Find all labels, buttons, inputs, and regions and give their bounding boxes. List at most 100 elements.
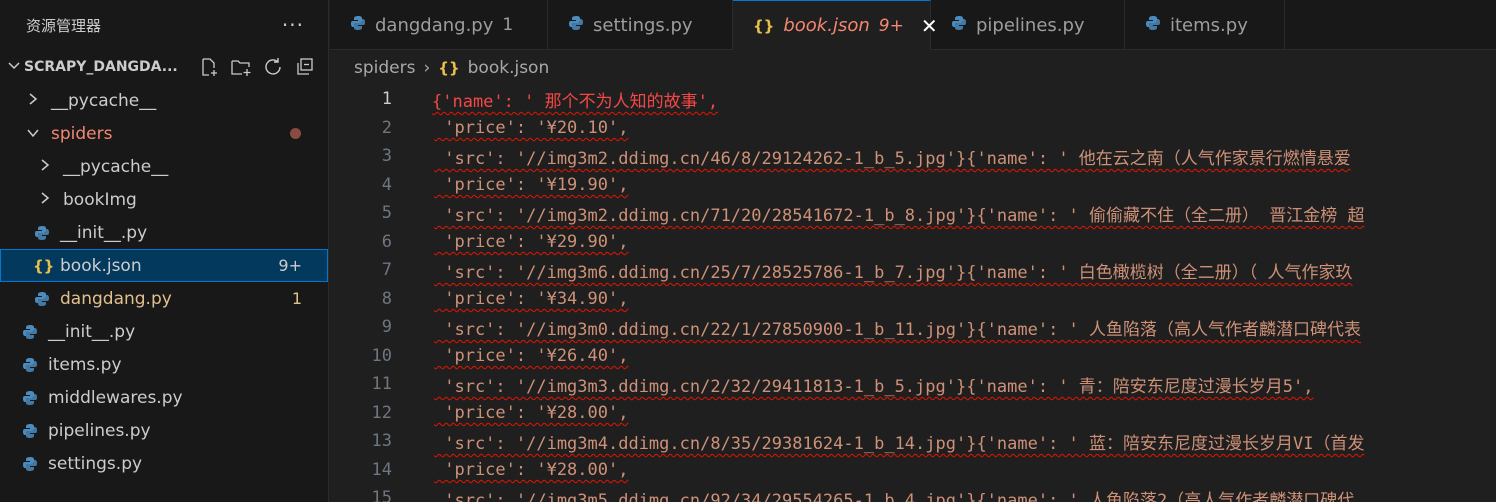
tree-folder-bookimg[interactable]: bookImg <box>0 183 328 216</box>
tab-label: dangdang.py <box>375 14 494 36</box>
tab-pipelines[interactable]: pipelines.py <box>931 0 1125 50</box>
project-name: SCRAPY_DANGDA... <box>24 59 178 75</box>
tab-label: settings.py <box>593 14 693 36</box>
line-number: 1 <box>381 89 392 110</box>
breadcrumb-file[interactable]: book.json <box>468 58 550 78</box>
new-file-icon[interactable] <box>198 56 220 78</box>
python-file-icon <box>21 323 39 341</box>
tree-file-pipelines[interactable]: pipelines.py <box>0 414 328 447</box>
line-text: 'price': '¥29.90', <box>434 231 629 252</box>
problem-count-badge: 9+ <box>278 256 302 275</box>
more-actions-icon[interactable]: ··· <box>282 13 304 37</box>
tab-label: pipelines.py <box>976 14 1085 36</box>
line-number: 14 <box>371 459 392 480</box>
line-number: 8 <box>381 288 392 309</box>
tree-item-label: bookImg <box>63 189 137 210</box>
code-line[interactable]: 9 'src': '//img3m0.ddimg.cn/22/1/2785090… <box>330 313 1496 342</box>
project-root[interactable]: SCRAPY_DANGDA... <box>0 50 328 84</box>
line-text: 'src': '//img3m2.ddimg.cn/46/8/29124262-… <box>434 148 1351 169</box>
python-file-icon <box>21 455 39 473</box>
tab-book-json[interactable]: {} book.json 9+ ✕ <box>733 0 938 50</box>
code-line[interactable]: 4 'price': '¥19.90', <box>330 171 1496 200</box>
line-number: 10 <box>371 345 392 366</box>
tab-label: book.json <box>783 15 870 36</box>
line-text: 'src': '//img3m3.ddimg.cn/2/32/29411813-… <box>434 376 1314 397</box>
tree-file-init-nested[interactable]: __init__.py <box>0 216 328 249</box>
tab-items[interactable]: items.py <box>1125 0 1285 50</box>
chevron-down-icon <box>24 125 42 143</box>
line-number: 3 <box>381 146 392 167</box>
line-text: 'src': '//img3m0.ddimg.cn/22/1/27850900-… <box>434 319 1362 340</box>
line-number: 12 <box>371 402 392 423</box>
line-number: 7 <box>381 260 392 281</box>
tree-folder-pycache-nested[interactable]: __pycache__ <box>0 150 328 183</box>
problem-count-badge: 1 <box>291 289 302 308</box>
tree-item-label: middlewares.py <box>48 387 183 408</box>
line-number: 9 <box>381 317 392 338</box>
python-file-icon <box>33 224 51 242</box>
line-text: 'price': '¥20.10', <box>434 117 629 138</box>
tree-item-label: dangdang.py <box>60 288 172 309</box>
line-text: 'price': '¥28.00', <box>434 459 629 480</box>
code-line[interactable]: 11 'src': '//img3m3.ddimg.cn/2/32/294118… <box>330 370 1496 399</box>
tree-item-label: __pycache__ <box>63 156 169 177</box>
new-folder-icon[interactable] <box>230 56 252 78</box>
tree-item-label: __init__.py <box>60 222 148 243</box>
json-file-icon: {} <box>438 59 460 77</box>
chevron-right-icon <box>36 158 54 176</box>
tree-item-label: __pycache__ <box>51 90 157 111</box>
tab-settings[interactable]: settings.py <box>548 0 733 50</box>
code-line[interactable]: 5 'src': '//img3m2.ddimg.cn/71/20/285416… <box>330 199 1496 228</box>
code-line[interactable]: 12 'price': '¥28.00', <box>330 399 1496 428</box>
explorer-actions <box>198 56 328 78</box>
tree-folder-pycache[interactable]: __pycache__ <box>0 84 328 117</box>
tree-file-settings[interactable]: settings.py <box>0 447 328 480</box>
explorer-title: 资源管理器 <box>26 16 102 35</box>
refresh-icon[interactable] <box>262 56 284 78</box>
code-line[interactable]: 6 'price': '¥29.90', <box>330 228 1496 257</box>
line-text: 'price': '¥34.90', <box>434 288 629 309</box>
line-text: 'price': '¥28.00', <box>434 402 629 423</box>
tree-folder-spiders[interactable]: spiders <box>0 117 328 150</box>
code-line[interactable]: 2 'price': '¥20.10', <box>330 114 1496 143</box>
chevron-down-icon <box>4 58 24 76</box>
line-text: 'price': '¥26.40', <box>434 345 629 366</box>
tree-item-label: book.json <box>60 255 142 276</box>
tab-dangdang[interactable]: dangdang.py 1 <box>330 0 548 50</box>
problem-count-badge: 9+ <box>878 15 904 36</box>
breadcrumb-folder[interactable]: spiders <box>354 58 415 78</box>
python-file-icon <box>568 15 584 36</box>
line-text: 'src': '//img3m5.ddimg.cn/92/34/29554265… <box>434 490 1355 502</box>
code-line[interactable]: 7 'src': '//img3m6.ddimg.cn/25/7/2852578… <box>330 256 1496 285</box>
code-line[interactable]: 15 'src': '//img3m5.ddimg.cn/92/34/29554… <box>330 484 1496 502</box>
tree-item-label: __init__.py <box>48 321 136 342</box>
tree-file-init[interactable]: __init__.py <box>0 315 328 348</box>
tree-item-label: settings.py <box>48 453 143 474</box>
tree-file-dangdang[interactable]: dangdang.py 1 <box>0 282 328 315</box>
tab-label: items.py <box>1170 14 1248 36</box>
json-file-icon: {} <box>33 256 55 275</box>
json-file-icon: {} <box>753 16 775 35</box>
code-line[interactable]: 8 'price': '¥34.90', <box>330 285 1496 314</box>
line-text: 'price': '¥19.90', <box>434 174 629 195</box>
editor-tabs: dangdang.py 1 settings.py {} book.json 9… <box>330 0 1496 50</box>
breadcrumb: spiders › {} book.json <box>330 51 1496 85</box>
tree-file-middlewares[interactable]: middlewares.py <box>0 381 328 414</box>
code-line[interactable]: 10 'price': '¥26.40', <box>330 342 1496 371</box>
code-line[interactable]: 1 {'name': ' 那个不为人知的故事', <box>330 85 1496 114</box>
tree-file-book-json[interactable]: {} book.json 9+ <box>0 249 328 282</box>
line-number: 5 <box>381 203 392 224</box>
code-line[interactable]: 3 'src': '//img3m2.ddimg.cn/46/8/2912426… <box>330 142 1496 171</box>
code-line[interactable]: 14 'price': '¥28.00', <box>330 456 1496 485</box>
tree-item-label: pipelines.py <box>48 420 151 441</box>
code-editor[interactable]: 1 {'name': ' 那个不为人知的故事', 2 'price': '¥20.1… <box>330 85 1496 502</box>
python-file-icon <box>21 389 39 407</box>
tree-file-items[interactable]: items.py <box>0 348 328 381</box>
collapse-all-icon[interactable] <box>294 56 316 78</box>
chevron-right-icon: › <box>423 58 431 78</box>
line-text: 'src': '//img3m2.ddimg.cn/71/20/28541672… <box>434 205 1365 226</box>
explorer-sidebar: 资源管理器 ··· SCRAPY_DANGDA... __pycache__ s… <box>0 0 329 502</box>
code-line[interactable]: 13 'src': '//img3m4.ddimg.cn/8/35/293816… <box>330 427 1496 456</box>
python-file-icon <box>951 15 967 36</box>
line-text: 'src': '//img3m6.ddimg.cn/25/7/28525786-… <box>434 262 1353 283</box>
